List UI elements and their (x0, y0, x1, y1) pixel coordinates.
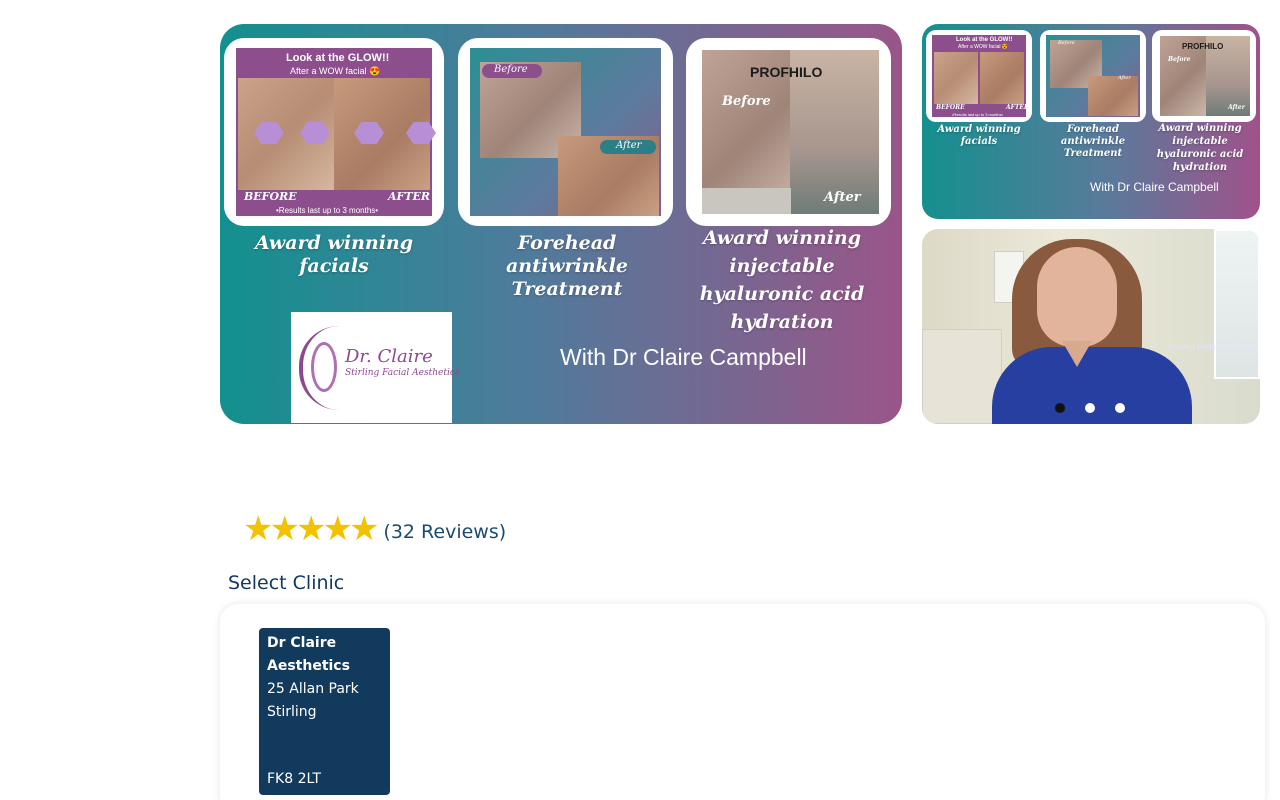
wall-shelf (922, 329, 1002, 424)
window (1214, 229, 1260, 379)
clinic-postcode: FK8 2LT (267, 771, 321, 787)
thumb-forehead-after: After (1118, 75, 1131, 81)
reviews-link[interactable]: (32 Reviews) (383, 521, 506, 543)
thumb-facial-before: BEFORE (936, 104, 965, 111)
thumb-profhilo-frame: PROFHILO Before After (1152, 30, 1256, 122)
facial-subline: After a WOW facial 😍 (290, 66, 381, 76)
thumb-facial-frame: Look at the GLOW!! After a WOW facial 😍 … (926, 30, 1032, 122)
thumb-forehead-frame: Before After (1040, 30, 1146, 122)
clinic-address-line: 25 Allan Park (267, 681, 359, 697)
forehead-after-label: After (616, 140, 642, 151)
thumb-facial-note: •Results last up to 3 months• (952, 112, 1004, 117)
select-clinic-heading: Select Clinic (228, 572, 345, 594)
profhilo-after-label: After (824, 190, 861, 205)
clinic-list-panel: Dr Claire Aesthetics 25 Allan Park Stirl… (220, 604, 1265, 800)
profhilo-before-label: Before (722, 94, 771, 109)
profhilo-caption: Award winning injectable hyaluronic acid… (699, 227, 865, 333)
person-face (1037, 247, 1117, 347)
with-doctor-line: With Dr Claire Campbell (560, 344, 807, 370)
clinic-logo: Dr. Claire Stirling Facial Aesthetics (291, 312, 460, 423)
staff-photo[interactable]: Stirling Facial Aesthetics (922, 229, 1260, 424)
facial-before-after-frame: Look at the GLOW!! After a WOW facial 😍 … (224, 38, 444, 226)
profhilo-before-after-frame: PROFHILO Before After (686, 38, 891, 226)
forehead-before-after-frame: Before After (458, 38, 673, 226)
thumb-profhilo-brand: PROFHILO (1182, 42, 1224, 51)
facial-before-label: BEFORE (244, 190, 297, 203)
thumb-facial-headline: Look at the GLOW!! (956, 37, 1013, 43)
thumb-profhilo-before: Before (1168, 56, 1191, 63)
facial-headline: Look at the GLOW!! (286, 52, 390, 64)
logo-subtitle: Stirling Facial Aesthetics (345, 368, 460, 378)
profhilo-brand: PROFHILO (750, 64, 823, 80)
thumb-facial-subline: After a WOW facial 😍 (958, 44, 1009, 50)
thumb-profhilo-caption: Award winning injectable hyaluronic acid… (1156, 123, 1244, 173)
carousel-dot-2[interactable] (1085, 403, 1095, 413)
thumb-facial-caption: Award winning facials (937, 124, 1021, 147)
facial-results-note: •Results last up to 3 months• (276, 206, 379, 215)
hero-thumbnail-banner[interactable]: Look at the GLOW!! After a WOW facial 😍 … (922, 24, 1260, 219)
clinic-name: Dr Claire Aesthetics (267, 635, 350, 674)
hero-banner-main[interactable]: Look at the GLOW!! After a WOW facial 😍 … (220, 24, 902, 424)
rating-summary: ★ ★ ★ ★ ★ (32 Reviews) (243, 512, 506, 546)
clinic-city: Stirling (267, 704, 317, 720)
carousel-dot-3[interactable] (1115, 403, 1125, 413)
facial-caption: Award winning facials (254, 232, 414, 277)
thumb-forehead-caption: Forehead antiwrinkle Treatment (1060, 124, 1126, 159)
thumb-with-doctor-line: With Dr Claire Campbell (1090, 180, 1219, 194)
forehead-before-label: Before (494, 64, 528, 75)
carousel-dots (1055, 403, 1125, 413)
carousel-dot-1[interactable] (1055, 403, 1065, 413)
uniform-badge: Stirling Facial Aesthetics (1168, 343, 1258, 351)
thumb-forehead-before: Before (1058, 40, 1075, 46)
star-icon: ★ (348, 509, 380, 549)
thumb-profhilo-after: After (1228, 104, 1245, 111)
forehead-caption: Forehead antiwrinkle Treatment (506, 232, 628, 300)
clinic-card[interactable]: Dr Claire Aesthetics 25 Allan Park Stirl… (259, 628, 390, 795)
thumb-facial-after: AFTER (1006, 104, 1029, 111)
facial-after-label: AFTER (388, 190, 431, 203)
logo-name: Dr. Claire (345, 346, 433, 367)
